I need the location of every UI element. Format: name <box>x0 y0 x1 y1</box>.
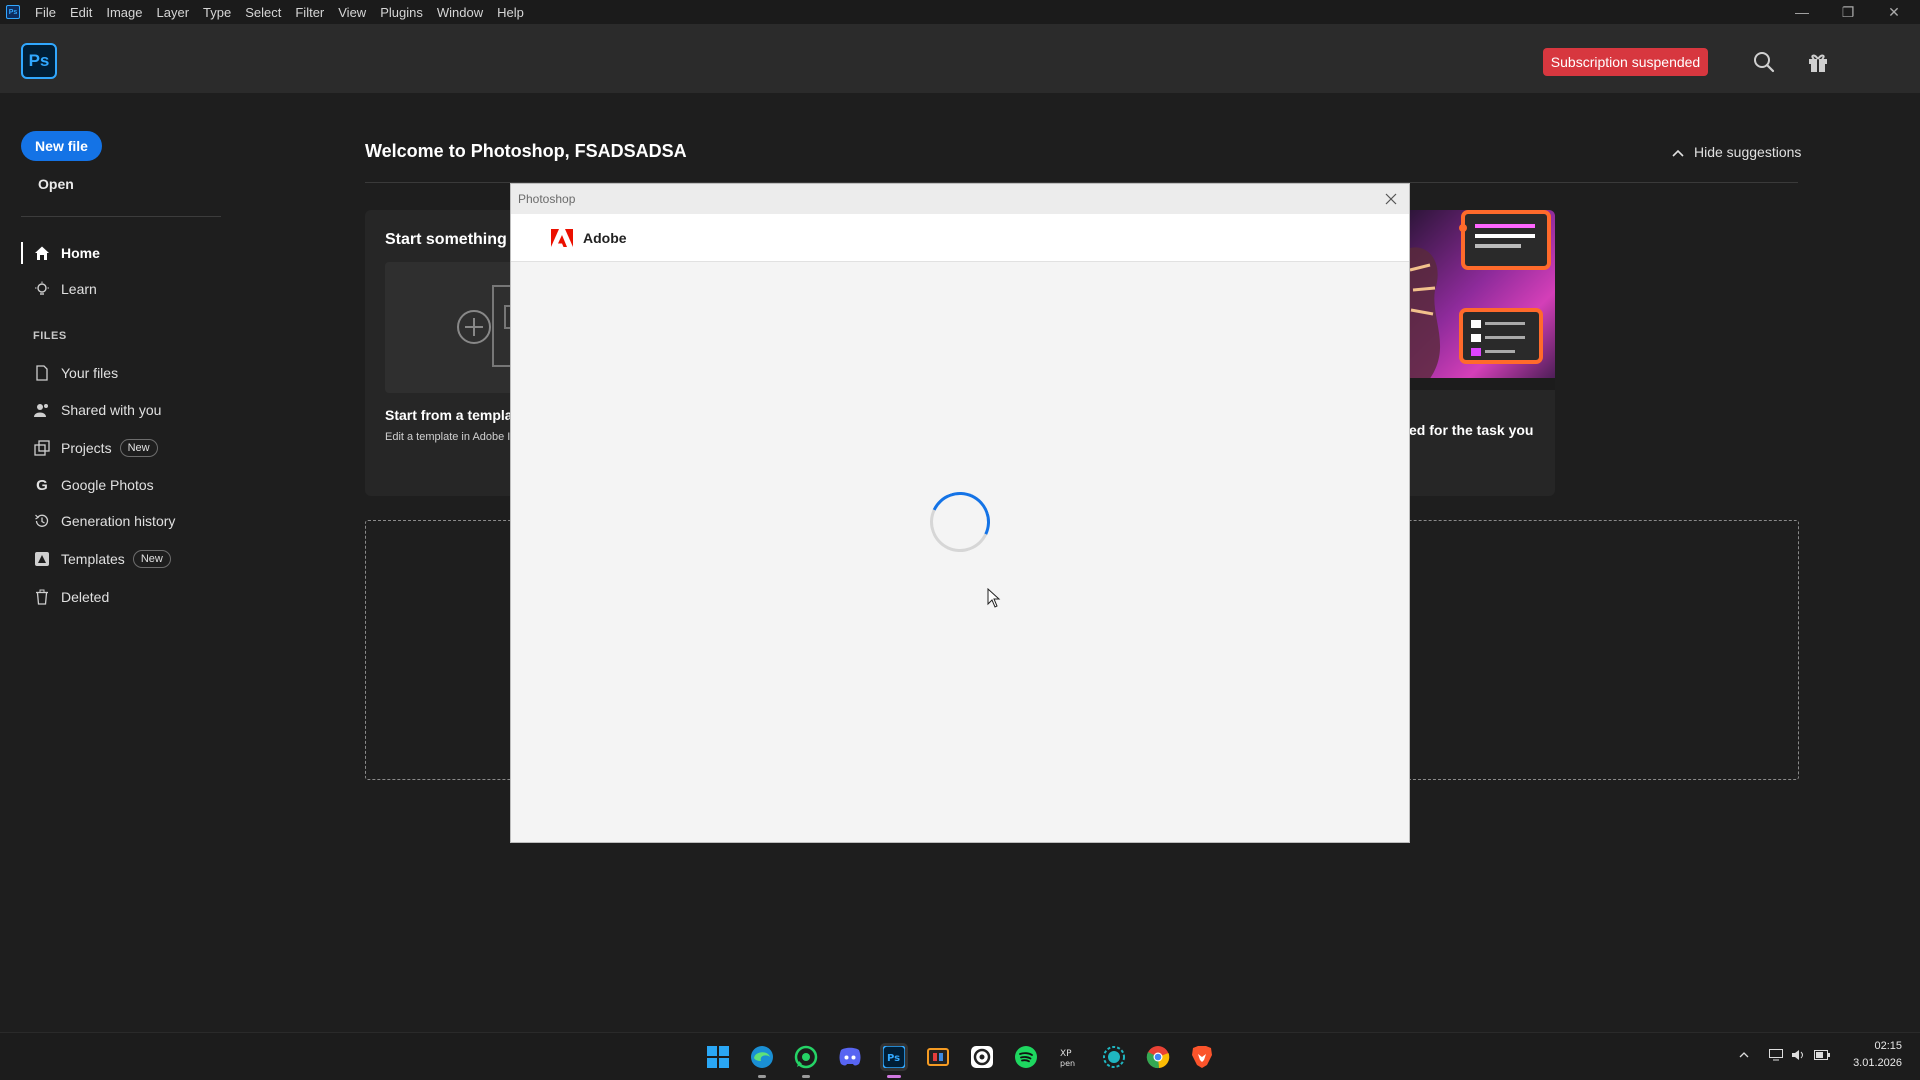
photoshop-taskbar-icon[interactable]: Ps <box>880 1043 908 1078</box>
sidebar-divider <box>21 216 221 217</box>
people-icon <box>33 401 51 419</box>
discord-icon[interactable] <box>836 1043 864 1071</box>
new-file-button[interactable]: New file <box>21 131 102 161</box>
battery-icon[interactable] <box>1814 1047 1830 1063</box>
sidebar-item-google-photos[interactable]: G Google Photos <box>21 471 241 499</box>
projects-icon <box>33 439 51 457</box>
chevron-up-icon <box>1672 144 1684 160</box>
sidebar-item-label: Deleted <box>61 589 110 605</box>
sidebar-item-label: Google Photos <box>61 477 154 493</box>
menu-select[interactable]: Select <box>238 0 288 24</box>
menu-type[interactable]: Type <box>196 0 238 24</box>
sidebar-item-home[interactable]: Home <box>21 239 241 267</box>
mouse-cursor-icon <box>987 587 1001 613</box>
welcome-heading: Welcome to Photoshop, FSADSADSA <box>365 141 687 161</box>
clock-date[interactable]: 3.01.2026 <box>1846 1057 1902 1069</box>
new-badge: New <box>132 550 171 568</box>
document-icon <box>33 364 51 382</box>
svg-text:XP: XP <box>1060 1049 1072 1059</box>
chevron-up-tray-icon[interactable] <box>1736 1047 1752 1063</box>
menu-edit[interactable]: Edit <box>63 0 99 24</box>
brave-icon[interactable] <box>1188 1043 1216 1071</box>
card-title: Start something ne <box>385 231 530 248</box>
loading-spinner <box>921 483 999 561</box>
sidebar-item-generation-history[interactable]: Generation history <box>21 507 241 535</box>
display-icon[interactable] <box>1768 1047 1784 1063</box>
dialog-title-bar: Photoshop <box>511 184 1409 214</box>
menu-file[interactable]: File <box>28 0 63 24</box>
google-icon: G <box>36 476 48 494</box>
menu-help[interactable]: Help <box>490 0 531 24</box>
gift-icon[interactable] <box>1806 50 1830 74</box>
hide-suggestions-label: Hide suggestions <box>1694 144 1802 160</box>
taskbar: Ps XP pen <box>0 1032 1920 1080</box>
menu-window[interactable]: Window <box>430 0 490 24</box>
menu-image[interactable]: Image <box>99 0 149 24</box>
start-from-template-subtitle: Edit a template in Adobe I <box>385 431 511 443</box>
menu-layer[interactable]: Layer <box>150 0 197 24</box>
xppen-icon[interactable]: XP pen <box>1056 1043 1084 1071</box>
sidebar-item-learn[interactable]: Learn <box>21 275 241 303</box>
app-icon[interactable] <box>924 1043 952 1071</box>
photoshop-logo[interactable]: Ps <box>21 43 57 79</box>
menu-filter[interactable]: Filter <box>288 0 331 24</box>
tiger-artwork-thumbnail[interactable] <box>1405 210 1555 390</box>
app-header: Ps Subscription suspended <box>0 24 1920 93</box>
obs-icon[interactable] <box>968 1043 996 1071</box>
search-icon[interactable] <box>1752 50 1776 74</box>
lightbulb-icon <box>33 280 51 298</box>
hide-suggestions-button[interactable]: Hide suggestions <box>1672 144 1801 160</box>
sidebar-item-label: Projects <box>61 440 112 456</box>
chrome-icon[interactable] <box>1144 1043 1172 1071</box>
windows-start-icon[interactable] <box>704 1043 732 1071</box>
start-from-template-title[interactable]: Start from a template <box>385 407 525 423</box>
adobe-brand-label: Adobe <box>583 230 627 246</box>
volume-icon[interactable] <box>1790 1047 1806 1063</box>
svg-text:pen: pen <box>1060 1059 1075 1068</box>
teal-app-icon[interactable] <box>1100 1043 1128 1071</box>
menu-view[interactable]: View <box>331 0 373 24</box>
sidebar-item-templates[interactable]: Templates New <box>21 545 241 573</box>
restore-button[interactable]: ❐ <box>1826 0 1870 24</box>
trash-icon <box>33 588 51 606</box>
sidebar-item-deleted[interactable]: Deleted <box>21 583 241 611</box>
history-icon <box>33 512 51 530</box>
running-indicator <box>758 1075 766 1078</box>
sidebar-item-projects[interactable]: Projects New <box>21 434 241 462</box>
templates-icon <box>33 550 51 568</box>
adobe-logo-icon <box>551 229 573 247</box>
svg-text:Ps: Ps <box>887 1053 900 1064</box>
spotify-icon[interactable] <box>1012 1043 1040 1071</box>
dialog-header: Adobe <box>511 214 1409 262</box>
files-heading: FILES <box>33 330 67 342</box>
minimize-button[interactable]: — <box>1780 0 1824 24</box>
close-icon[interactable] <box>1381 189 1401 209</box>
running-indicator <box>802 1075 810 1078</box>
suggestion-task-text: ed for the task you <box>1409 422 1534 438</box>
clock-time[interactable]: 02:15 <box>1862 1040 1902 1052</box>
open-button[interactable]: Open <box>38 176 74 192</box>
home-icon <box>33 244 51 262</box>
sidebar-item-label: Templates <box>61 551 125 567</box>
sidebar-item-shared-with-you[interactable]: Shared with you <box>21 396 241 424</box>
sidebar-item-label: Shared with you <box>61 402 162 418</box>
sidebar-item-label: Generation history <box>61 513 176 529</box>
sidebar-item-label: Your files <box>61 365 119 381</box>
new-badge: New <box>119 439 158 457</box>
sidebar-item-label: Home <box>61 245 100 261</box>
edge-icon[interactable] <box>748 1043 776 1078</box>
subscription-suspended-button[interactable]: Subscription suspended <box>1543 48 1708 76</box>
close-window-button[interactable]: ✕ <box>1872 0 1916 24</box>
active-indicator <box>887 1075 901 1078</box>
menu-plugins[interactable]: Plugins <box>373 0 430 24</box>
photoshop-app-icon: Ps <box>6 5 20 19</box>
dialog-title: Photoshop <box>518 192 576 206</box>
sidebar-item-your-files[interactable]: Your files <box>21 359 241 387</box>
sidebar-item-label: Learn <box>61 281 97 297</box>
whatsapp-icon[interactable] <box>792 1043 820 1078</box>
adobe-sign-in-dialog: Photoshop Adobe <box>510 183 1410 843</box>
menu-bar: Ps File Edit Image Layer Type Select Fil… <box>0 0 1920 24</box>
